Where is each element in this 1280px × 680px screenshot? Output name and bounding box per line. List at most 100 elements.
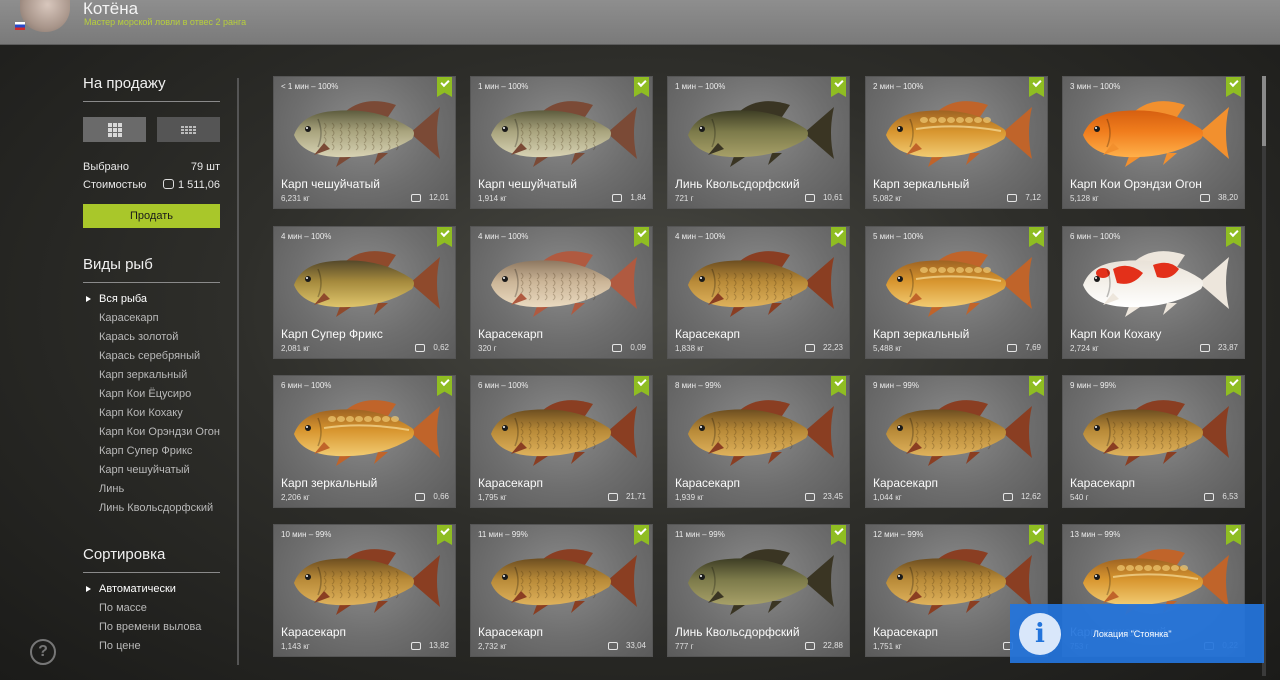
fish-image — [886, 400, 1032, 466]
help-icon[interactable]: ? — [30, 639, 56, 665]
price-value: 23,45 — [822, 492, 843, 501]
fish-name: Карп зеркальный — [873, 327, 970, 341]
notification-text: Локация "Стоянка" — [1093, 628, 1172, 639]
fish-card[interactable]: 1 мин – 100% Линь Квольсдорфский 721 г 10,… — [667, 76, 850, 209]
info-icon: i — [1019, 612, 1061, 655]
fish-card[interactable]: 10 мин – 99% Карасекарп 1,143 кг 13,82 — [273, 524, 456, 657]
species-filter-item[interactable]: Карась золотой — [99, 331, 234, 344]
fish-price: 13,82 — [410, 641, 449, 650]
fish-mass: 2,206 кг — [281, 493, 310, 502]
scrollbar-thumb[interactable] — [1262, 76, 1266, 146]
species-filter-item[interactable]: Карп чешуйчатый — [99, 464, 234, 477]
russia-flag-icon — [15, 22, 25, 30]
fish-mass: 1,044 кг — [873, 493, 902, 502]
fish-card[interactable]: 3 мин – 100% Карп Кои Орэндзи Огон 5,128 … — [1062, 76, 1245, 209]
fish-card[interactable]: 4 мин – 100% Карп Супер Фрикс 2,081 кг 0,6… — [273, 226, 456, 359]
fish-image — [1083, 101, 1229, 167]
fish-name: Карасекарп — [675, 476, 741, 490]
fish-price: 22,88 — [804, 641, 843, 650]
catch-time: 11 мин – 99% — [478, 530, 528, 539]
fish-card[interactable]: 6 мин – 100% Карп зеркальный 2,206 кг 0,66 — [273, 375, 456, 508]
fish-mass: 5,128 кг — [1070, 194, 1099, 203]
species-filter-item[interactable]: Вся рыба — [86, 293, 234, 306]
fish-mass: 1,838 кг — [675, 344, 704, 353]
fish-price: 0,66 — [415, 492, 449, 501]
fish-card[interactable]: < 1 мин – 100% Карп чешуйчатый 6,231 кг 12… — [273, 76, 456, 209]
coins-icon — [410, 641, 421, 650]
fish-image — [886, 251, 1032, 317]
fish-name: Карасекарп — [478, 625, 544, 639]
species-filter-item[interactable]: Карп Кои Кохаку — [99, 407, 234, 420]
coins-icon — [1199, 343, 1210, 352]
fish-price: 21,71 — [607, 492, 646, 501]
sidebar: На продажу Выбрано 79 шт Стоимостью 1 51… — [0, 45, 245, 680]
species-filter-item[interactable]: Линь Квольсдорфский — [99, 502, 234, 515]
species-filter-item[interactable]: Карась серебряный — [99, 350, 234, 363]
fish-card[interactable]: 11 мин – 99% Карасекарп 2,732 кг 33,04 — [470, 524, 653, 657]
species-filter-item[interactable]: Линь — [99, 483, 234, 496]
large-grid-view-button[interactable] — [83, 117, 146, 142]
fish-name: Карасекарп — [873, 476, 939, 490]
price-value: 0,66 — [433, 492, 449, 501]
fish-name: Карп зеркальный — [281, 476, 378, 490]
price-value: 12,62 — [1020, 492, 1041, 501]
fish-name: Линь Квольсдорфский — [675, 625, 800, 639]
fish-mass: 1,939 кг — [675, 493, 704, 502]
fish-image — [1083, 400, 1229, 466]
coins-icon — [804, 641, 815, 650]
species-filter-list: Вся рыба Карасекарп Карась золотой Карась с… — [86, 293, 234, 521]
fish-card[interactable]: 6 мин – 100% Карп Кои Кохаку 2,724 кг 23,8… — [1062, 226, 1245, 359]
fish-image — [688, 400, 834, 466]
cost-label: Стоимостью — [83, 179, 147, 191]
fish-card[interactable]: 8 мин – 99% Карасекарп 1,939 кг 23,45 — [667, 375, 850, 508]
fish-price: 7,12 — [1007, 193, 1041, 202]
price-value: 13,82 — [428, 641, 449, 650]
catch-time: 6 мин – 100% — [1070, 232, 1121, 241]
fish-card[interactable]: 2 мин – 100% Карп зеркальный 5,082 кг 7,12 — [865, 76, 1048, 209]
selected-count-row: Выбрано 79 шт — [83, 161, 220, 173]
catch-time: 3 мин – 100% — [1070, 82, 1121, 91]
fish-card[interactable]: 5 мин – 100% Карп зеркальный 5,488 кг 7,69 — [865, 226, 1048, 359]
scrollbar-track[interactable] — [1262, 76, 1266, 676]
fish-mass: 5,488 кг — [873, 344, 902, 353]
sort-option-item[interactable]: По массе — [99, 602, 234, 615]
species-filter-item[interactable]: Карп Кои Орэндзи Огон — [99, 426, 234, 439]
sort-option-item[interactable]: Автоматически — [86, 583, 234, 596]
fish-card[interactable]: 6 мин – 100% Карасекарп 1,795 кг 21,71 — [470, 375, 653, 508]
price-value: 38,20 — [1217, 193, 1238, 202]
fish-card[interactable]: 9 мин – 99% Карасекарп 1,044 кг 12,62 — [865, 375, 1048, 508]
fish-card[interactable]: 11 мин – 99% Линь Квольсдорфский 777 г 22,… — [667, 524, 850, 657]
species-title: Виды рыб — [83, 256, 153, 273]
fish-image — [491, 400, 637, 466]
price-value: 22,88 — [822, 641, 843, 650]
fish-mass: 320 г — [478, 344, 497, 353]
sell-button[interactable]: Продать — [83, 204, 220, 228]
selected-value: 79 шт — [190, 161, 220, 173]
sort-option-item[interactable]: По цене — [99, 640, 234, 653]
species-filter-item[interactable]: Карасекарп — [99, 312, 234, 325]
species-filter-item[interactable]: Карп зеркальный — [99, 369, 234, 382]
price-value: 7,12 — [1025, 193, 1041, 202]
species-filter-item[interactable]: Карп Кои Ёцусиро — [99, 388, 234, 401]
price-value: 10,61 — [822, 193, 843, 202]
fish-card[interactable]: 4 мин – 100% Карасекарп 1,838 кг 22,23 — [667, 226, 850, 359]
player-avatar[interactable] — [20, 0, 70, 32]
selected-label: Выбрано — [83, 161, 129, 173]
fish-price: 12,62 — [1002, 492, 1041, 501]
fish-card[interactable]: 4 мин – 100% Карасекарп 320 г 0,09 — [470, 226, 653, 359]
catch-time: 11 мин – 99% — [675, 530, 725, 539]
sort-option-item[interactable]: По времени вылова — [99, 621, 234, 634]
coins-icon — [415, 492, 426, 501]
fish-mass: 1,143 кг — [281, 642, 310, 651]
price-value: 6,53 — [1222, 492, 1238, 501]
fish-name: Карасекарп — [281, 625, 347, 639]
fish-card[interactable]: 1 мин – 100% Карп чешуйчатый 1,914 кг 1,84 — [470, 76, 653, 209]
location-notification[interactable]: i Локация "Стоянка" — [1010, 604, 1264, 663]
species-filter-item[interactable]: Карп Супер Фрикс — [99, 445, 234, 458]
coins-icon — [612, 193, 623, 202]
coins-icon — [804, 193, 815, 202]
fish-card[interactable]: 9 мин – 99% Карасекарп 540 г 6,53 — [1062, 375, 1245, 508]
fish-image — [294, 549, 440, 615]
fish-name: Карп Супер Фрикс — [281, 327, 383, 341]
small-grid-view-button[interactable] — [157, 117, 220, 142]
